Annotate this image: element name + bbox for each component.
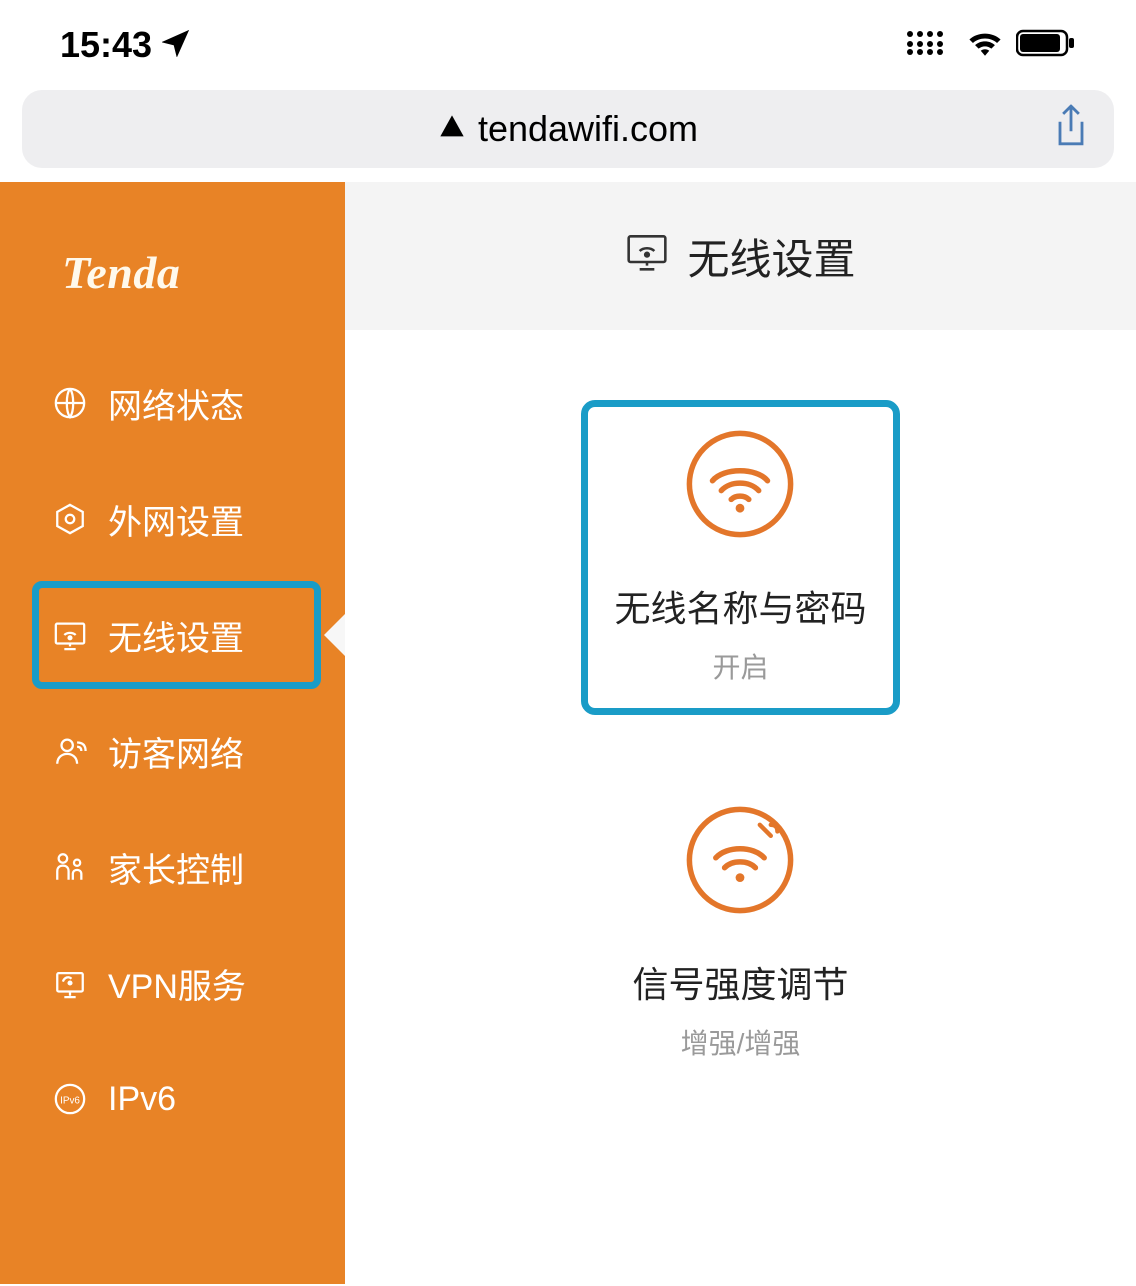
card-wireless-name-pwd[interactable]: 无线名称与密码 开启: [581, 400, 899, 715]
address-text: tendawifi.com: [478, 108, 698, 150]
status-right: [906, 29, 1076, 62]
app-body: Tenda 网络状态 外网设置 无线设置: [0, 182, 1136, 1284]
logo: Tenda: [0, 182, 345, 299]
sidebar-item-label: 访客网络: [108, 727, 244, 776]
cards: 无线名称与密码 开启 信号强度调节 增强/增强: [345, 330, 1136, 1062]
sidebar-item-wan-settings[interactable]: 外网设置: [0, 461, 345, 577]
hex-icon: [50, 502, 90, 536]
sidebar-item-label: 无线设置: [108, 611, 244, 660]
card-title: 信号强度调节: [632, 956, 848, 1008]
sidebar-item-ipv6[interactable]: IPv6 IPv6: [0, 1041, 345, 1157]
vpn-icon: [50, 966, 90, 1000]
sidebar-item-label: 网络状态: [108, 379, 244, 428]
status-time: 15:43: [60, 24, 152, 66]
sidebar-item-label: IPv6: [108, 1080, 176, 1119]
ipv6-icon: IPv6: [50, 1082, 90, 1116]
main-header: 无线设置: [345, 182, 1136, 330]
wifi-circle-icon: [685, 429, 795, 544]
nav: 网络状态 外网设置 无线设置 访客网络: [0, 345, 345, 1157]
share-icon[interactable]: [1052, 105, 1090, 154]
sidebar-item-label: 外网设置: [108, 495, 244, 544]
signal-icon: [906, 30, 954, 61]
status-bar: 15:43: [0, 0, 1136, 82]
sidebar-item-label: 家长控制: [108, 843, 244, 892]
sidebar: Tenda 网络状态 外网设置 无线设置: [0, 182, 345, 1284]
main: 无线设置 无线名称与密码 开启 信号强度调节 增强/增强: [345, 182, 1136, 1284]
main-header-title: 无线设置: [687, 226, 855, 287]
sidebar-item-network-status[interactable]: 网络状态: [0, 345, 345, 461]
sidebar-item-wireless[interactable]: 无线设置: [0, 577, 345, 693]
wifi-icon: [968, 30, 1002, 61]
sidebar-item-label: VPN服务: [108, 959, 246, 1008]
wifi-box-icon: [50, 618, 90, 652]
parent-icon: [50, 850, 90, 884]
status-left: 15:43: [60, 24, 190, 66]
sidebar-item-guest[interactable]: 访客网络: [0, 693, 345, 809]
location-icon: [162, 24, 190, 66]
wifi-signal-icon: [685, 805, 795, 920]
card-sub: 增强/增强: [681, 1022, 801, 1062]
address-bar-wrap: tendawifi.com: [0, 82, 1136, 182]
card-sub: 开启: [712, 646, 768, 686]
sidebar-item-parental[interactable]: 家长控制: [0, 809, 345, 925]
svg-text:IPv6: IPv6: [60, 1095, 80, 1106]
battery-icon: [1016, 29, 1076, 62]
wifi-box-icon: [625, 229, 669, 283]
guest-icon: [50, 734, 90, 768]
address-bar[interactable]: tendawifi.com: [22, 90, 1114, 168]
globe-icon: [50, 386, 90, 420]
sidebar-item-vpn[interactable]: VPN服务: [0, 925, 345, 1041]
card-signal-strength[interactable]: 信号强度调节 增强/增强: [632, 805, 848, 1062]
warning-icon: [438, 108, 466, 150]
card-title: 无线名称与密码: [614, 580, 866, 632]
